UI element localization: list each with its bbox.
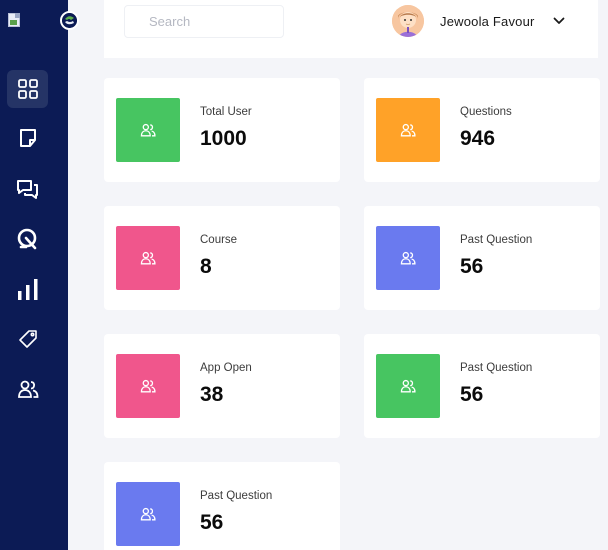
stat-value: 946 xyxy=(460,127,496,150)
stat-label: Questions xyxy=(460,106,512,118)
stat-label: Past Question xyxy=(460,234,533,246)
sidebar-item-users[interactable] xyxy=(7,370,48,408)
stat-tile xyxy=(116,482,180,546)
stat-value: 56 xyxy=(460,255,484,278)
stat-card-past-question[interactable]: Past Question 56 xyxy=(364,334,600,438)
bar-chart-icon xyxy=(17,279,37,300)
stat-value: 56 xyxy=(200,511,224,534)
stat-tile xyxy=(116,98,180,162)
users-icon xyxy=(400,379,416,393)
stat-tile xyxy=(116,354,180,418)
stat-value: 1000 xyxy=(200,127,247,150)
users-icon xyxy=(400,251,416,265)
quiz-icon xyxy=(17,228,36,250)
tag-icon xyxy=(18,330,37,348)
stat-label: Total User xyxy=(200,106,252,118)
sidebar-item-messages[interactable] xyxy=(7,170,48,208)
stat-tile xyxy=(116,226,180,290)
stat-card-app-open[interactable]: App Open 38 xyxy=(104,334,340,438)
top-bar: Jewoola Favour xyxy=(104,0,598,58)
sidebar-item-quiz[interactable] xyxy=(7,220,48,258)
note-icon xyxy=(19,129,36,147)
stat-card-past-question[interactable]: Past Question 56 xyxy=(104,462,340,550)
users-icon xyxy=(400,123,416,137)
stat-card-past-question[interactable]: Past Question 56 xyxy=(364,206,600,310)
users-icon xyxy=(140,507,156,521)
stat-tile xyxy=(376,98,440,162)
chat-icon xyxy=(16,180,38,199)
search-input[interactable] xyxy=(125,6,283,37)
stat-tile xyxy=(376,226,440,290)
users-icon xyxy=(140,123,156,137)
users-icon xyxy=(17,380,38,398)
stat-label: App Open xyxy=(200,362,252,374)
stat-label: Past Question xyxy=(200,490,273,502)
user-menu[interactable]: Jewoola Favour xyxy=(392,4,565,38)
stat-card-questions[interactable]: Questions 946 xyxy=(364,78,600,182)
stat-card-total-user[interactable]: Total User 1000 xyxy=(104,78,340,182)
sidebar-item-notes[interactable] xyxy=(7,119,48,157)
avatar xyxy=(392,5,424,37)
sidebar-item-tags[interactable] xyxy=(7,320,48,358)
stat-value: 56 xyxy=(460,383,484,406)
user-name: Jewoola Favour xyxy=(440,13,535,29)
chevron-down-icon[interactable] xyxy=(553,17,565,25)
search-box xyxy=(124,5,284,38)
users-icon xyxy=(140,379,156,393)
stat-value: 8 xyxy=(200,255,212,278)
broken-image-icon xyxy=(8,13,24,29)
sidebar-item-dashboard[interactable] xyxy=(7,70,48,108)
stat-label: Course xyxy=(200,234,238,246)
stat-value: 38 xyxy=(200,383,224,406)
sidebar xyxy=(0,0,68,550)
users-icon xyxy=(140,251,156,265)
app-emblem-icon xyxy=(60,11,79,30)
stat-tile xyxy=(376,354,440,418)
sidebar-item-analytics[interactable] xyxy=(7,270,48,308)
stat-card-course[interactable]: Course 8 xyxy=(104,206,340,310)
stat-label: Past Question xyxy=(460,362,533,374)
dashboard-grid-icon xyxy=(17,79,38,99)
